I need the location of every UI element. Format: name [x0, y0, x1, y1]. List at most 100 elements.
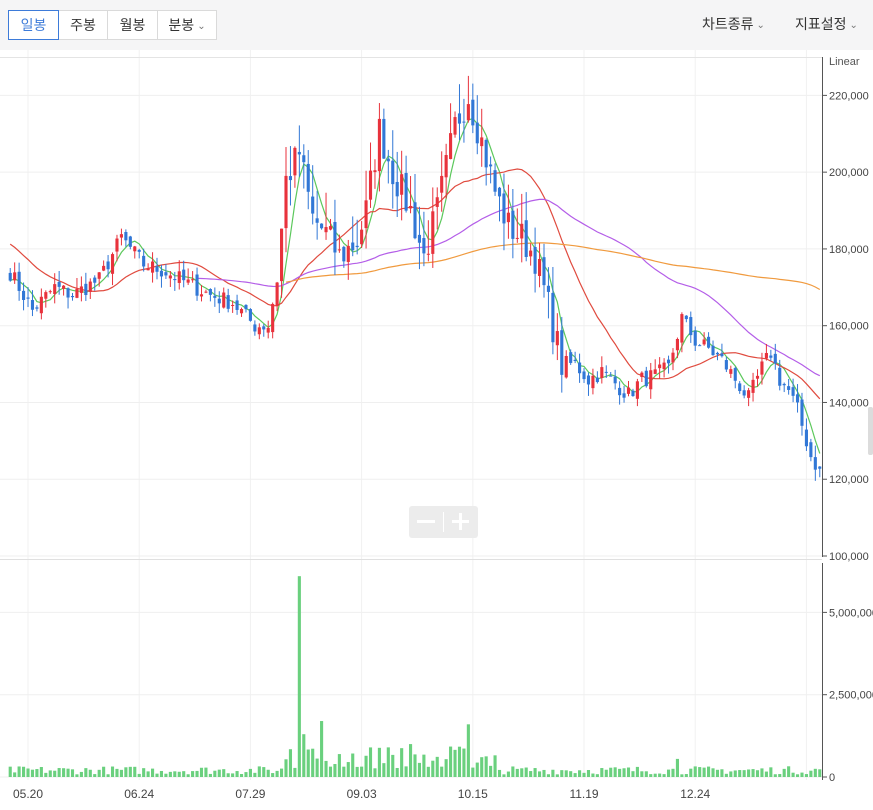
candle-body: [106, 261, 110, 270]
candle-body: [435, 197, 439, 207]
volume-bar: [404, 766, 408, 777]
volume-bar: [466, 724, 470, 777]
candle-body: [782, 383, 786, 386]
candle-body: [698, 345, 702, 347]
volume-bar: [791, 772, 795, 777]
candle-body: [137, 249, 141, 252]
volume-bar: [524, 767, 528, 777]
candle-body: [79, 286, 83, 293]
candle-body: [75, 288, 79, 298]
candle-body: [253, 324, 257, 332]
scrollbar-handle[interactable]: [868, 407, 873, 455]
volume-bar: [417, 762, 422, 777]
volume-bar: [253, 772, 257, 777]
volume-bar: [462, 748, 466, 777]
volume-bar: [533, 768, 537, 777]
volume-bar: [729, 771, 733, 777]
volume-bar: [564, 770, 568, 777]
volume-bar: [182, 771, 186, 777]
candle-body: [346, 245, 350, 262]
candle-body: [707, 336, 711, 348]
volume-bar: [715, 769, 720, 777]
volume-bar: [471, 767, 475, 777]
candle-body: [377, 118, 381, 172]
volume-bar: [66, 768, 70, 777]
volume-bar: [586, 770, 591, 777]
candle-body: [795, 394, 800, 403]
candle-body: [502, 193, 506, 224]
volume-bar: [284, 759, 288, 777]
volume-bar: [480, 757, 484, 777]
volume-bar: [13, 772, 17, 777]
volume-bar: [551, 769, 555, 777]
volume-bar: [782, 768, 786, 777]
volume-bar: [191, 771, 195, 777]
candle-body: [159, 270, 164, 277]
zoom-in-button[interactable]: [445, 508, 476, 536]
candle-body: [453, 117, 457, 135]
volume-bar: [137, 773, 141, 777]
volume-bar: [168, 771, 172, 777]
candle-body: [62, 285, 66, 289]
volume-bar: [128, 766, 132, 777]
candle-body: [742, 390, 746, 396]
candle-body: [164, 272, 168, 276]
volume-bar: [155, 773, 159, 777]
volume-bar: [70, 769, 75, 777]
volume-bar: [733, 770, 737, 777]
candle-body: [13, 272, 17, 281]
volume-bar: [818, 769, 822, 777]
candle-body: [235, 300, 239, 310]
x-tick-label: 07.29: [235, 787, 265, 801]
volume-bar: [382, 763, 386, 777]
y-tick-label: 120,000: [829, 474, 869, 486]
volume-bar: [431, 760, 435, 777]
candle-body: [471, 99, 475, 126]
volume-bar: [44, 772, 48, 777]
volume-bar: [186, 774, 190, 777]
candle-body: [515, 237, 519, 239]
tab-daily[interactable]: 일봉: [8, 10, 59, 40]
volume-bar: [591, 773, 595, 777]
volume-bar: [720, 769, 724, 777]
candle-body: [635, 381, 639, 399]
volume-bar: [435, 756, 439, 777]
candle-body: [257, 327, 261, 335]
candle-body: [102, 265, 106, 271]
volume-bar: [755, 770, 760, 777]
candle-body: [231, 304, 235, 306]
volume-bar: [324, 760, 328, 777]
candle-body: [738, 383, 742, 392]
stock-chart[interactable]: Linear 100,000 120,000 140,000 160,000 180,00…: [0, 0, 873, 810]
volume-bar: [244, 772, 248, 777]
candle-body: [275, 282, 279, 307]
volume-bar: [88, 769, 92, 777]
candle-body: [493, 170, 497, 192]
volume-bar: [662, 774, 666, 777]
volume-tick-label: 2,500,000: [829, 690, 873, 702]
y-tick-label: 180,000: [829, 244, 869, 256]
candle-body: [337, 249, 341, 251]
candle-body: [755, 375, 760, 379]
candle-body: [506, 212, 510, 223]
candle-body: [711, 345, 715, 356]
volume-bar: [764, 771, 768, 777]
candle-body: [440, 175, 444, 193]
candle-body: [804, 429, 808, 447]
candle-body: [155, 266, 159, 272]
candlesticks: [8, 75, 822, 481]
candle-body: [342, 246, 346, 262]
candle-body: [747, 390, 751, 398]
candle-body: [239, 309, 244, 314]
volume-bar: [257, 766, 261, 777]
candle-body: [186, 279, 190, 283]
zoom-out-button[interactable]: [411, 508, 442, 536]
volume-bar: [26, 768, 30, 777]
volume-bar: [262, 767, 266, 777]
candle-body: [368, 170, 373, 200]
volume-bar: [555, 774, 559, 777]
volume-bar: [124, 767, 128, 777]
volume-bar: [386, 747, 390, 777]
candle-body: [311, 196, 315, 214]
candle-body: [533, 246, 537, 274]
